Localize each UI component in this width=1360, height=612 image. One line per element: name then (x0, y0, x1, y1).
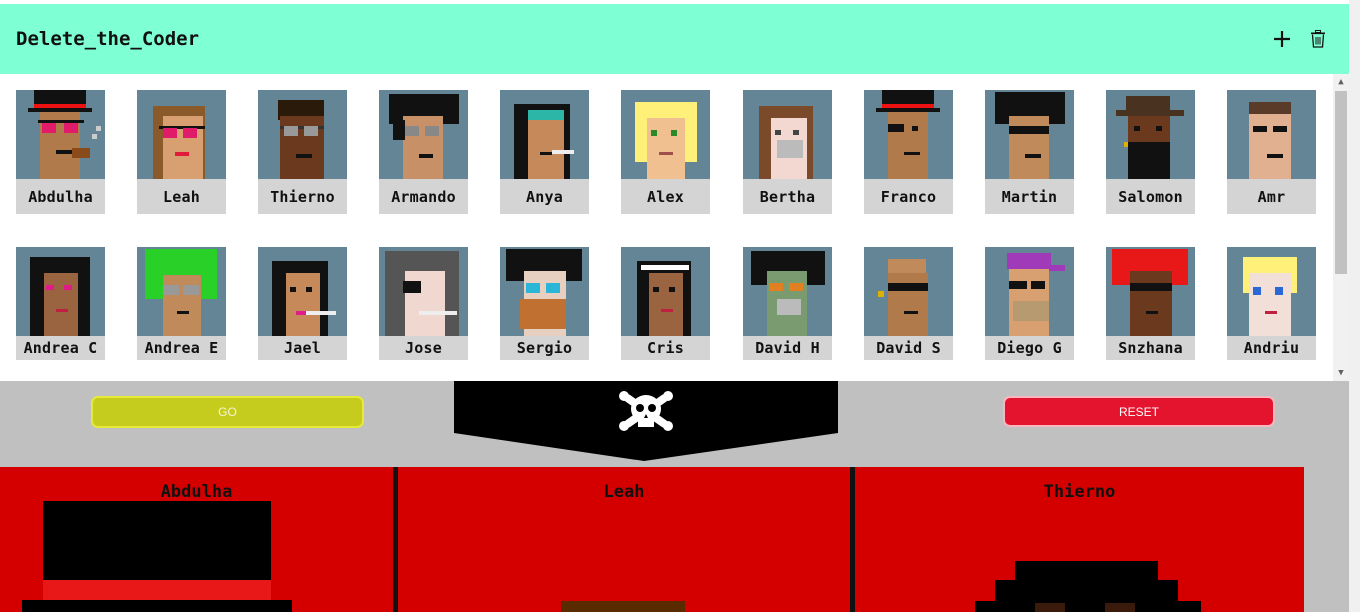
coder-portrait (1227, 247, 1316, 336)
coder-name: Bertha (743, 179, 832, 214)
coder-portrait (985, 90, 1074, 179)
go-button[interactable]: GO (91, 396, 364, 428)
coder-card[interactable]: Franco (864, 90, 954, 215)
coder-card[interactable]: Amr (1227, 90, 1317, 215)
header-actions (1271, 28, 1329, 50)
coder-card[interactable]: Cris (621, 247, 711, 372)
coder-name: Sergio (500, 336, 589, 360)
page-scrollbar[interactable] (1349, 0, 1360, 612)
coder-portrait (258, 247, 347, 336)
coder-portrait (500, 90, 589, 179)
control-bar: GO RESET (0, 381, 1349, 467)
coder-name: Andriu (1227, 336, 1316, 360)
coder-name: Salomon (1106, 179, 1195, 214)
coder-portrait (137, 90, 226, 179)
selected-panels: Abdulha Leah Thierno (0, 467, 1304, 612)
coder-portrait (743, 247, 832, 336)
coder-portrait (621, 90, 710, 179)
coder-card[interactable]: Snzhana (1106, 247, 1196, 372)
right-strip (1304, 467, 1349, 612)
coder-name: Franco (864, 179, 953, 214)
coder-name: Jael (258, 336, 347, 360)
coder-card[interactable]: Martin (985, 90, 1075, 215)
coder-card[interactable]: Leah (137, 90, 227, 215)
coder-name: Armando (379, 179, 468, 214)
coder-portrait (864, 247, 953, 336)
coder-card[interactable]: Jose (379, 247, 469, 372)
coder-card[interactable]: Diego G (985, 247, 1075, 372)
grid-scrollbar[interactable]: ▲ ▼ (1333, 74, 1349, 381)
coder-name: Martin (985, 179, 1074, 214)
coder-name: Amr (1227, 179, 1316, 214)
coder-portrait (743, 90, 832, 179)
coder-portrait (258, 90, 347, 179)
coder-name: Jose (379, 336, 468, 360)
coder-name: Thierno (258, 179, 347, 214)
coder-card[interactable]: Armando (379, 90, 469, 215)
coder-portrait (621, 247, 710, 336)
coder-card[interactable]: Andrea C (16, 247, 106, 372)
coder-name: Andrea C (16, 336, 105, 360)
coder-name: Alex (621, 179, 710, 214)
selected-panel[interactable]: Leah (398, 467, 850, 612)
coder-card[interactable]: Andriu (1227, 247, 1317, 372)
selected-panel[interactable]: Abdulha (0, 467, 393, 612)
selected-portrait (561, 601, 685, 612)
scroll-down-arrow-icon[interactable]: ▼ (1333, 365, 1349, 381)
coder-name: Snzhana (1106, 336, 1195, 360)
coder-name: Anya (500, 179, 589, 214)
coder-card[interactable]: David S (864, 247, 954, 372)
selected-portrait (22, 501, 292, 612)
selected-panel[interactable]: Thierno (855, 467, 1304, 612)
trash-icon[interactable] (1307, 28, 1329, 50)
coder-portrait (16, 247, 105, 336)
coder-name: Diego G (985, 336, 1074, 360)
coder-grid: Abdulha Leah Thierno Armando Anya Alex B… (0, 74, 1349, 381)
coder-card[interactable]: Abdulha (16, 90, 106, 215)
coder-card[interactable]: Bertha (743, 90, 833, 215)
coder-portrait (1227, 90, 1316, 179)
coder-card[interactable]: Salomon (1106, 90, 1196, 215)
coder-card[interactable]: Thierno (258, 90, 348, 215)
coder-portrait (379, 90, 468, 179)
pirate-banner (454, 381, 838, 461)
coder-portrait (137, 247, 226, 336)
coder-portrait (16, 90, 105, 179)
plus-icon[interactable] (1271, 28, 1293, 50)
coder-portrait (1106, 247, 1195, 336)
coder-portrait (1106, 90, 1195, 179)
selected-portrait (975, 561, 1201, 612)
scroll-up-arrow-icon[interactable]: ▲ (1333, 74, 1349, 90)
coder-portrait (864, 90, 953, 179)
app-title: Delete_the_Coder (16, 28, 200, 50)
coder-name: Leah (137, 179, 226, 214)
coder-name: Andrea E (137, 336, 226, 360)
coder-name: David S (864, 336, 953, 360)
coder-card[interactable]: Anya (500, 90, 590, 215)
coder-portrait (985, 247, 1074, 336)
coder-card[interactable]: Jael (258, 247, 348, 372)
coder-card[interactable]: David H (743, 247, 833, 372)
coder-card[interactable]: Andrea E (137, 247, 227, 372)
coder-name: Cris (621, 336, 710, 360)
coder-name: Abdulha (16, 179, 105, 214)
coder-portrait (379, 247, 468, 336)
reset-button[interactable]: RESET (1003, 396, 1275, 427)
coder-card[interactable]: Sergio (500, 247, 590, 372)
app-header: Delete_the_Coder (0, 4, 1349, 74)
coder-portrait (500, 247, 589, 336)
coder-card[interactable]: Alex (621, 90, 711, 215)
coder-name: David H (743, 336, 832, 360)
scroll-thumb[interactable] (1335, 91, 1347, 274)
